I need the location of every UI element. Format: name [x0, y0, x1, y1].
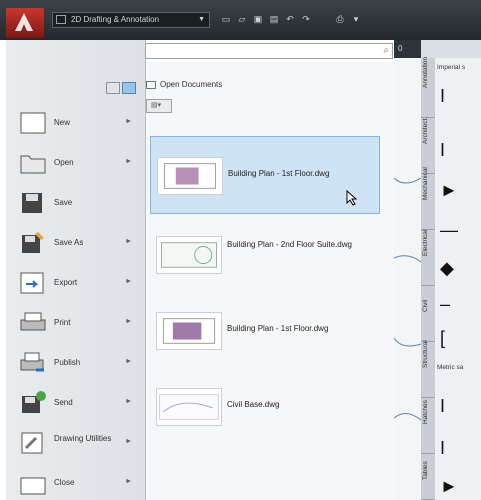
new-command[interactable]: New ► [18, 106, 136, 144]
open-icon [20, 155, 46, 174]
document-name: Building Plan - 1st Floor.dwg [227, 324, 329, 333]
search-input[interactable]: ⌕ [145, 43, 393, 59]
diamond-tool-icon[interactable]: ◆ [440, 256, 472, 280]
document-thumbnail [156, 388, 222, 426]
open-documents-icon[interactable] [122, 82, 136, 94]
new-label: New [54, 118, 71, 127]
customize-dropdown-icon[interactable]: ▾ [350, 13, 362, 25]
document-name: Building Plan - 2nd Floor Suite.dwg [227, 240, 352, 249]
print-command[interactable]: Print ► [18, 306, 136, 344]
tab-structural[interactable]: Structural [421, 338, 435, 398]
plot-icon[interactable]: ⎙ [334, 13, 346, 25]
document-thumbnail [156, 236, 222, 274]
recent-documents-icon[interactable] [106, 82, 120, 94]
redo-icon[interactable]: ↷ [300, 13, 312, 25]
document-thumbnail [157, 157, 223, 195]
open-file-icon[interactable]: ▱ [236, 13, 248, 25]
metric-tool-icon[interactable]: I [440, 394, 472, 418]
open-documents-header: Open Documents [146, 80, 222, 89]
send-label: Send [54, 398, 73, 407]
workspace-dropdown[interactable]: 2D Drafting & Annotation ▼ [52, 12, 210, 28]
chevron-right-icon: ► [125, 238, 132, 245]
drawing-utilities-command[interactable]: Drawing Utilities ► [18, 426, 136, 464]
autocad-logo-icon [15, 13, 33, 31]
imperial-tool-icon[interactable]: I [440, 138, 472, 162]
chevron-right-icon: ► [125, 158, 132, 165]
chevron-down-icon: ▼ [198, 16, 205, 23]
save-command[interactable]: Save [18, 186, 136, 224]
drawing-utilities-icon [21, 432, 43, 454]
close-icon [20, 477, 46, 495]
workspace-label: 2D Drafting & Annotation [71, 15, 160, 24]
chevron-right-icon: ► [125, 358, 132, 365]
metric-tool-icon[interactable]: I [440, 436, 472, 460]
save-icon [22, 193, 42, 213]
open-label: Open [54, 158, 74, 167]
document-name: Civil Base.dwg [227, 400, 280, 409]
mouse-pointer-icon [346, 189, 358, 208]
drawing-tab[interactable]: 0 [394, 40, 421, 58]
send-icon [22, 391, 46, 413]
save-as-icon [22, 232, 44, 253]
print-label: Print [54, 318, 71, 327]
open-command[interactable]: Open ► [18, 146, 136, 184]
tool-palette-tabs: Annotation Architect. Mechanical Electri… [421, 57, 435, 500]
drawing-utilities-label: Drawing Utilities [54, 434, 112, 443]
dash-tool-icon[interactable]: – [440, 292, 472, 316]
save-as-label: Save As [54, 238, 84, 247]
export-label: Export [54, 278, 78, 287]
chevron-right-icon: ► [125, 398, 132, 405]
title-bar: 2D Drafting & Annotation ▼ ▭ ▱ ▣ ▤ ↶ ↷ ⎙… [0, 0, 481, 40]
chevron-right-icon: ► [125, 318, 132, 325]
chevron-right-icon: ► [125, 118, 132, 125]
export-icon [20, 272, 44, 294]
close-label: Close [54, 478, 75, 487]
save-file-icon[interactable]: ▣ [252, 13, 264, 25]
arrow-tool-icon[interactable]: ► [440, 178, 472, 202]
tab-annotation[interactable]: Annotation [421, 57, 435, 118]
palette-section-metric: Metric sa [437, 364, 464, 371]
publish-label: Publish [54, 358, 81, 367]
new-file-icon[interactable]: ▭ [220, 13, 232, 25]
bracket-tool-icon[interactable]: [ [440, 326, 472, 350]
tab-tables[interactable]: Tables [421, 450, 435, 500]
tab-civil[interactable]: Civil [421, 282, 435, 342]
document-item[interactable]: Building Plan - 2nd Floor Suite.dwg [150, 216, 380, 294]
close-command[interactable]: Close ► [18, 466, 136, 500]
imperial-tool-icon[interactable]: I [440, 84, 472, 108]
open-documents-title: Open Documents [160, 80, 223, 89]
document-item[interactable]: Building Plan - 1st Floor.dwg [150, 292, 380, 370]
print-icon [20, 312, 46, 331]
drawing-lines [394, 177, 421, 421]
export-command[interactable]: Export ► [18, 266, 136, 304]
save-as-command[interactable]: Save As ► [18, 226, 136, 264]
view-by-dropdown[interactable]: ▤▾ [146, 99, 172, 113]
publish-command[interactable]: Publish ► [18, 346, 136, 384]
save-label: Save [54, 198, 73, 207]
document-thumbnail [156, 312, 222, 350]
palette-section-imperial: Imperial s [437, 64, 466, 71]
save-as-file-icon[interactable]: ▤ [268, 13, 280, 25]
chevron-right-icon: ► [125, 478, 132, 485]
application-menu-button[interactable] [6, 8, 44, 38]
drawing-canvas-strip: 0 [394, 40, 421, 500]
document-item[interactable]: Civil Base.dwg [150, 368, 380, 446]
chevron-right-icon: ► [125, 278, 132, 285]
new-icon [20, 112, 46, 134]
tab-mechanical[interactable]: Mechanical [421, 167, 435, 230]
line-tool-icon[interactable]: — [440, 218, 472, 242]
tab-hatches[interactable]: Hatches [421, 394, 435, 454]
chevron-right-icon: ► [125, 438, 132, 445]
send-command[interactable]: Send ► [18, 386, 136, 424]
arrow-tool-icon[interactable]: ► [440, 474, 472, 498]
search-icon: ⌕ [383, 45, 389, 56]
tab-electrical[interactable]: Electrical [421, 226, 435, 286]
publish-icon [20, 352, 44, 372]
undo-icon[interactable]: ↶ [284, 13, 296, 25]
document-name: Building Plan - 1st Floor.dwg [228, 169, 330, 178]
tab-architectural[interactable]: Architect. [421, 114, 435, 174]
documents-icon [146, 81, 156, 89]
workspace-icon [56, 15, 66, 24]
